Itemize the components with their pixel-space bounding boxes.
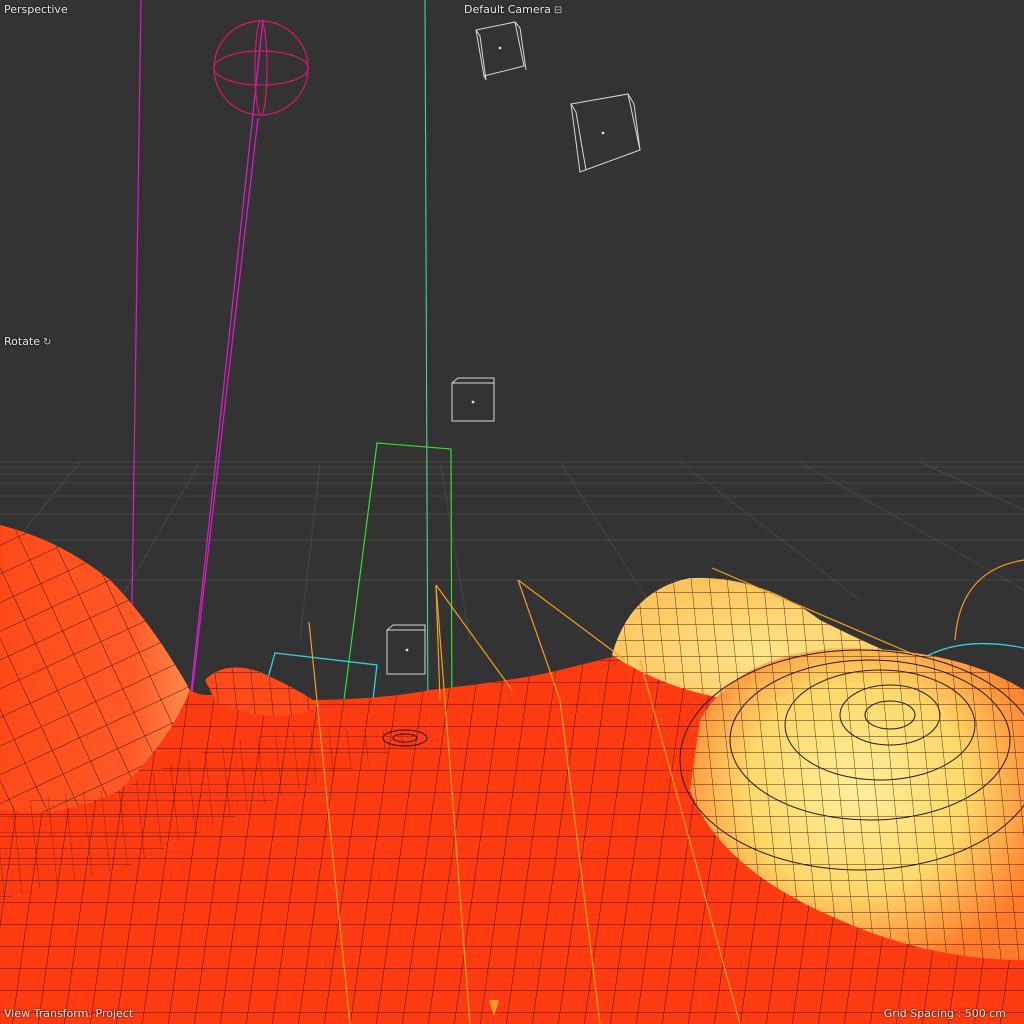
active-tool-indicator: Rotate ↻ xyxy=(4,335,51,350)
tool-name-label: Rotate xyxy=(4,335,41,348)
camera-selector[interactable]: Default Camera ⊟ xyxy=(464,3,562,18)
camera-name-label: Default Camera xyxy=(464,3,551,16)
grid-spacing-label: Grid Spacing : 500 cm xyxy=(883,1007,1006,1020)
3d-viewport[interactable]: Perspective Default Camera ⊟ Rotate ↻ View… xyxy=(0,0,1024,1024)
viewport-scene[interactable] xyxy=(0,0,1024,1024)
view-name-label[interactable]: Perspective xyxy=(4,3,68,17)
camera-link-icon[interactable]: ⊟ xyxy=(554,4,562,18)
rotate-icon: ↻ xyxy=(43,337,52,348)
view-transform-label[interactable]: View Transform: Project xyxy=(4,1007,133,1021)
floor-grid xyxy=(0,461,1024,641)
